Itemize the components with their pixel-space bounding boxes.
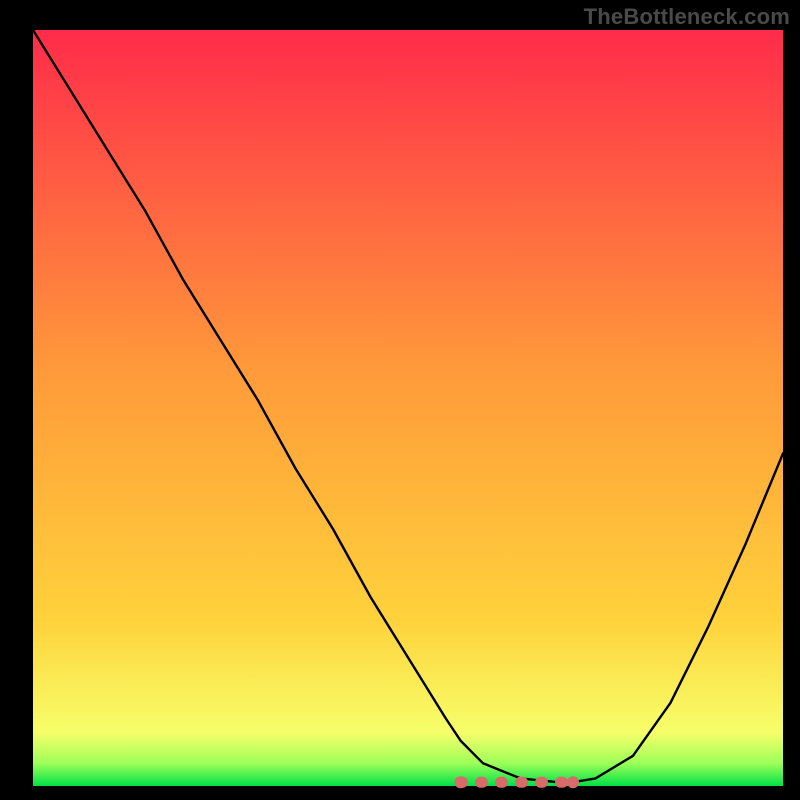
optimal-end-dot	[567, 776, 579, 788]
chart-frame: TheBottleneck.com	[0, 0, 800, 800]
bottleneck-chart	[0, 0, 800, 800]
watermark-text: TheBottleneck.com	[584, 4, 790, 30]
